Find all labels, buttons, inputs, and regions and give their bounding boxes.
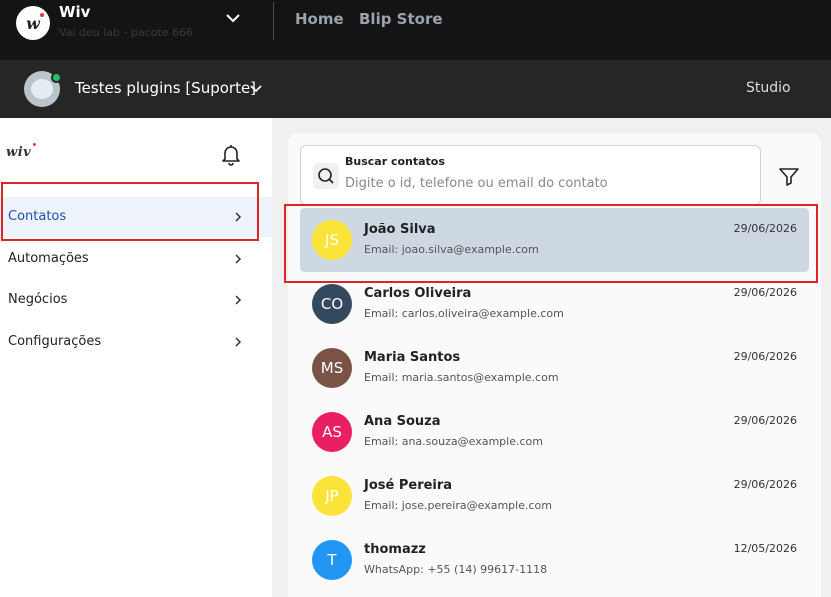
online-status-dot <box>51 72 62 83</box>
avatar: MS <box>312 348 352 388</box>
search-label: Buscar contatos <box>345 155 445 168</box>
avatar: JP <box>312 476 352 516</box>
studio-link[interactable]: Studio <box>746 80 791 96</box>
contact-date: 29/06/2026 <box>733 350 797 363</box>
contact-info: Email: ana.souza@example.com <box>364 435 543 448</box>
contact-name: Carlos Oliveira <box>364 286 472 301</box>
contact-name: Maria Santos <box>364 350 461 365</box>
chevron-right-icon <box>235 254 242 264</box>
chevron-down-icon[interactable] <box>249 83 263 95</box>
logo-dot <box>33 143 37 146</box>
org-subtitle: Vai deu lab - pacote 666 <box>59 26 193 39</box>
contact-row[interactable]: CO Carlos Oliveira Email: carlos.oliveir… <box>300 272 809 336</box>
org-logo[interactable]: w <box>16 6 50 40</box>
contact-info: Email: carlos.oliveira@example.com <box>364 307 564 320</box>
divider <box>273 2 274 40</box>
sidebar-item-label: Configurações <box>8 334 102 349</box>
chevron-right-icon <box>235 295 242 305</box>
logo-dot <box>40 13 44 17</box>
filter-icon[interactable] <box>777 164 801 188</box>
avatar: T <box>312 540 352 580</box>
sidebar-item-label: Negócios <box>8 292 68 307</box>
contact-info: Email: maria.santos@example.com <box>364 371 559 384</box>
sidebar-item-label: Automações <box>8 251 89 266</box>
top-bar: w Wiv Vai deu lab - pacote 666 Home Blip… <box>0 0 831 60</box>
bot-bar: Testes plugins [Suporte] Studio <box>0 60 831 118</box>
contact-info: Email: jose.pereira@example.com <box>364 499 552 512</box>
contact-date: 12/05/2026 <box>733 542 797 555</box>
contact-date: 29/06/2026 <box>733 286 797 299</box>
avatar: AS <box>312 412 352 452</box>
sidebar-item-configuracoes[interactable]: Configurações <box>0 322 272 362</box>
contact-row[interactable]: T thomazz WhatsApp: +55 (14) 99617-1118 … <box>300 528 809 592</box>
search-box[interactable]: Buscar contatos <box>300 145 761 205</box>
sidebar-item-negocios[interactable]: Negócios <box>0 280 272 320</box>
avatar: CO <box>312 284 352 324</box>
search-icon <box>313 163 339 189</box>
wiv-logo-text: wiv <box>6 145 32 160</box>
sidebar-item-automacoes[interactable]: Automações <box>0 239 272 279</box>
contact-date: 29/06/2026 <box>733 414 797 427</box>
chat-bubble-icon <box>31 79 53 99</box>
org-name[interactable]: Wiv <box>59 3 90 21</box>
contact-row[interactable]: MS Maria Santos Email: maria.santos@exam… <box>300 336 809 400</box>
contact-name: thomazz <box>364 542 426 557</box>
contact-name: Ana Souza <box>364 414 441 429</box>
wiv-logo: wiv <box>6 143 37 160</box>
chevron-down-icon[interactable] <box>224 10 242 26</box>
search-input[interactable] <box>345 176 745 191</box>
contact-date: 29/06/2026 <box>733 478 797 491</box>
org-logo-glyph: w <box>26 13 40 33</box>
contact-row[interactable]: AS Ana Souza Email: ana.souza@example.co… <box>300 400 809 464</box>
contact-row[interactable]: JP José Pereira Email: jose.pereira@exam… <box>300 464 809 528</box>
contact-name: José Pereira <box>364 478 453 493</box>
contact-info: WhatsApp: +55 (14) 99617-1118 <box>364 563 548 576</box>
bell-icon[interactable] <box>219 142 243 166</box>
chevron-right-icon <box>235 337 242 347</box>
highlight-box <box>1 182 259 241</box>
nav-blip-store-link[interactable]: Blip Store <box>359 10 443 28</box>
nav-home-link[interactable]: Home <box>295 10 344 28</box>
bot-name[interactable]: Testes plugins [Suporte] <box>75 79 256 97</box>
